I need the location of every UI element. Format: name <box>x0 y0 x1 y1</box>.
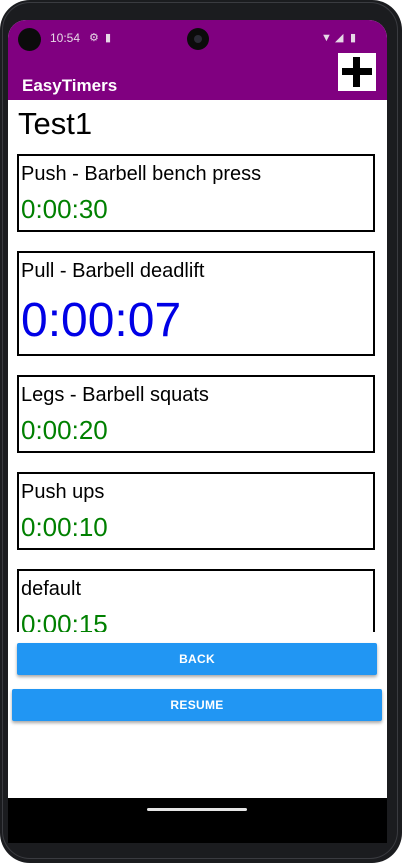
timer-list[interactable]: Push - Barbell bench press 0:00:30 Pull … <box>8 154 387 632</box>
navigation-bar <box>8 798 387 843</box>
app-screen: 10:54 ⚙ ▮ ▼ ◢ ▮ EasyTimers Test1 Push - … <box>8 20 387 843</box>
page-title: Test1 <box>18 106 93 141</box>
timer-card[interactable]: Legs - Barbell squats 0:00:20 <box>17 375 375 453</box>
timer-card[interactable]: default 0:00:15 <box>17 569 375 632</box>
timer-name: Pull - Barbell deadlift <box>21 260 205 282</box>
sim-card-icon: ▮ <box>105 32 112 44</box>
wifi-icon: ▼ <box>321 32 332 44</box>
timer-name: Push ups <box>21 481 105 503</box>
timer-name: default <box>21 578 82 600</box>
resume-button[interactable]: RESUME <box>12 689 382 721</box>
timer-value: 0:00:15 <box>21 609 108 632</box>
camera-cutout-left <box>18 28 41 51</box>
timer-value: 0:00:10 <box>21 512 108 542</box>
settings-icon: ⚙ <box>89 32 99 44</box>
status-time: 10:54 <box>50 31 81 45</box>
timer-name: Push - Barbell bench press <box>21 163 262 185</box>
timer-value: 0:00:30 <box>21 194 108 224</box>
home-gesture-handle[interactable] <box>147 808 247 811</box>
app-toolbar: EasyTimers <box>8 60 387 100</box>
timer-value: 0:00:20 <box>21 415 108 445</box>
back-button[interactable]: BACK <box>17 643 377 675</box>
timer-card[interactable]: Push ups 0:00:10 <box>17 472 375 550</box>
timer-name: Legs - Barbell squats <box>21 384 209 406</box>
add-timer-button[interactable] <box>338 53 376 91</box>
timer-card[interactable]: Push - Barbell bench press 0:00:30 <box>17 154 375 232</box>
battery-icon: ▮ <box>350 32 357 44</box>
signal-icon: ◢ <box>335 32 344 44</box>
timer-value-active: 0:00:07 <box>21 294 182 347</box>
timer-card-active[interactable]: Pull - Barbell deadlift 0:00:07 <box>17 251 375 356</box>
status-bar: 10:54 ⚙ ▮ ▼ ◢ ▮ <box>8 20 387 60</box>
device-frame: 10:54 ⚙ ▮ ▼ ◢ ▮ EasyTimers Test1 Push - … <box>0 0 402 863</box>
front-camera <box>187 28 209 50</box>
app-title: EasyTimers <box>22 76 118 95</box>
